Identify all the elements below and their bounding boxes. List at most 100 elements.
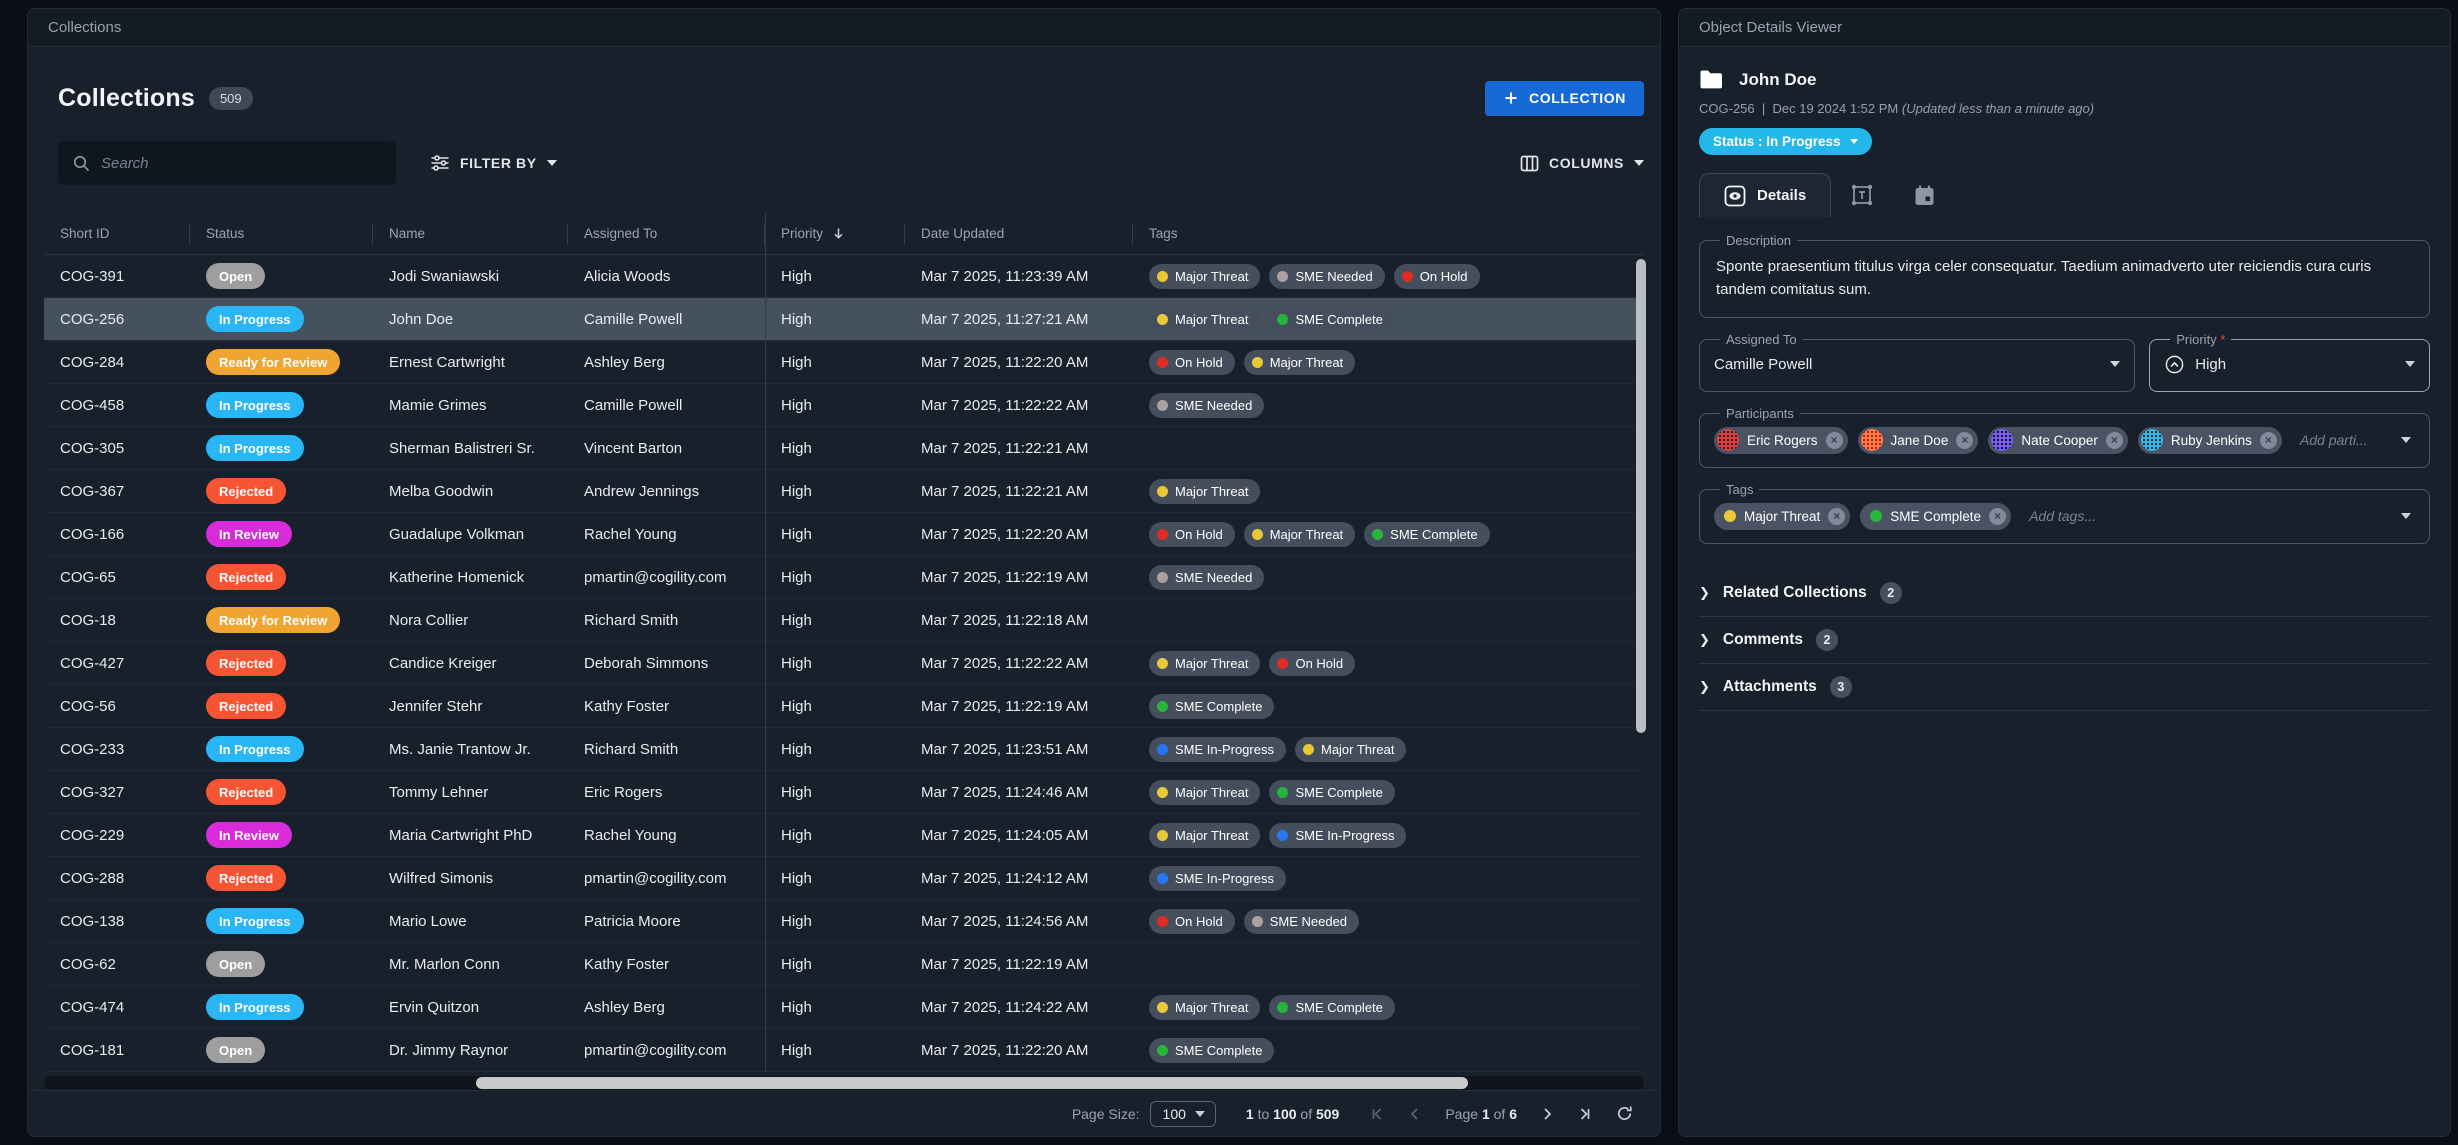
cell-date-updated: Mar 7 2025, 11:23:51 AM bbox=[905, 728, 1133, 770]
tab-text-box[interactable] bbox=[1831, 173, 1893, 217]
remove-tag-icon[interactable]: × bbox=[1989, 508, 2006, 525]
tag-label: SME Needed bbox=[1175, 570, 1252, 585]
table-row[interactable]: COG-18Ready for ReviewNora CollierRichar… bbox=[44, 599, 1644, 642]
cell-name: Mamie Grimes bbox=[373, 384, 568, 426]
next-page-icon[interactable] bbox=[1539, 1106, 1555, 1122]
table-row[interactable]: COG-367RejectedMelba GoodwinAndrew Jenni… bbox=[44, 470, 1644, 513]
remove-participant-icon[interactable]: × bbox=[1956, 432, 1973, 449]
folder-icon bbox=[1699, 69, 1724, 90]
page-of-word: of bbox=[1494, 1106, 1506, 1122]
chevron-right-icon: ❯ bbox=[1699, 632, 1710, 648]
tag-label: On Hold bbox=[1295, 656, 1343, 671]
cell-status: Rejected bbox=[190, 685, 373, 727]
column-header-priority[interactable]: Priority bbox=[765, 213, 905, 254]
table-row[interactable]: COG-181OpenDr. Jimmy Raynorpmartin@cogil… bbox=[44, 1029, 1644, 1072]
cell-priority: High bbox=[765, 513, 905, 555]
table-row[interactable]: COG-474In ProgressErvin QuitzonAshley Be… bbox=[44, 986, 1644, 1029]
column-header-name[interactable]: Name bbox=[373, 213, 568, 254]
table-row[interactable]: COG-327RejectedTommy LehnerEric RogersHi… bbox=[44, 771, 1644, 814]
range-to-word: to bbox=[1258, 1106, 1270, 1122]
tag-label: Major Threat bbox=[1321, 742, 1394, 757]
table-row[interactable]: COG-65RejectedKatherine Homenickpmartin@… bbox=[44, 556, 1644, 599]
filter-by-button[interactable]: FILTER BY bbox=[430, 154, 557, 172]
column-header-tags[interactable]: Tags bbox=[1133, 213, 1644, 254]
tag-dot bbox=[1157, 873, 1168, 884]
table-row[interactable]: COG-166In ReviewGuadalupe VolkmanRachel … bbox=[44, 513, 1644, 556]
cell-assigned-to: Richard Smith bbox=[568, 728, 765, 770]
tab-details[interactable]: Details bbox=[1699, 173, 1831, 217]
page-size-select[interactable]: 100 bbox=[1150, 1101, 1216, 1127]
first-page-icon[interactable] bbox=[1369, 1106, 1385, 1122]
accordion-comments[interactable]: ❯Comments2 bbox=[1699, 617, 2430, 664]
cell-short-id: COG-229 bbox=[44, 814, 190, 856]
search-input-wrap[interactable] bbox=[58, 141, 396, 185]
remove-tag-icon[interactable]: × bbox=[1828, 508, 1845, 525]
cell-name: Nora Collier bbox=[373, 599, 568, 641]
vertical-scrollbar[interactable] bbox=[1634, 255, 1646, 1072]
table-row[interactable]: COG-256In ProgressJohn DoeCamille Powell… bbox=[44, 298, 1644, 341]
add-collection-button[interactable]: COLLECTION bbox=[1485, 81, 1644, 116]
table-row[interactable]: COG-233In ProgressMs. Janie Trantow Jr.R… bbox=[44, 728, 1644, 771]
tab-details-label: Details bbox=[1757, 187, 1806, 204]
priority-select[interactable]: Priority * High bbox=[2149, 332, 2430, 392]
prev-page-icon[interactable] bbox=[1407, 1106, 1423, 1122]
cell-name: John Doe bbox=[373, 298, 568, 340]
column-header-short-id[interactable]: Short ID bbox=[44, 213, 190, 254]
tag-pill: Major Threat bbox=[1295, 737, 1406, 762]
remove-participant-icon[interactable]: × bbox=[2106, 432, 2123, 449]
cell-priority: High bbox=[765, 728, 905, 770]
table-row[interactable]: COG-138In ProgressMario LowePatricia Moo… bbox=[44, 900, 1644, 943]
sort-desc-icon[interactable] bbox=[831, 226, 846, 241]
avatar bbox=[1861, 429, 1883, 451]
cell-short-id: COG-474 bbox=[44, 986, 190, 1028]
column-header-assigned-to[interactable]: Assigned To bbox=[568, 213, 765, 254]
table-row[interactable]: COG-427RejectedCandice KreigerDeborah Si… bbox=[44, 642, 1644, 685]
cell-tags: Major ThreatSME Complete bbox=[1133, 986, 1644, 1028]
status-badge: Rejected bbox=[206, 478, 286, 504]
tag-label: SME Complete bbox=[1295, 785, 1382, 800]
status-dropdown-pill[interactable]: Status : In Progress bbox=[1699, 128, 1872, 155]
participants-field[interactable]: Participants Eric Rogers×Jane Doe×Nate C… bbox=[1699, 406, 2430, 468]
table-row[interactable]: COG-229In ReviewMaria Cartwright PhDRach… bbox=[44, 814, 1644, 857]
column-header-status[interactable]: Status bbox=[190, 213, 373, 254]
tag-dot bbox=[1277, 658, 1288, 669]
remove-participant-icon[interactable]: × bbox=[1826, 432, 1843, 449]
refresh-icon[interactable] bbox=[1615, 1104, 1634, 1123]
table-row[interactable]: COG-288RejectedWilfred Simonispmartin@co… bbox=[44, 857, 1644, 900]
cell-date-updated: Mar 7 2025, 11:22:21 AM bbox=[905, 470, 1133, 512]
chevron-right-icon: ❯ bbox=[1699, 679, 1710, 695]
accordion-attachments[interactable]: ❯Attachments3 bbox=[1699, 664, 2430, 711]
collections-panel-body: Collections 509 COLLECTION FILTER BY COL… bbox=[28, 47, 1660, 1136]
remove-participant-icon[interactable]: × bbox=[2260, 432, 2277, 449]
columns-button[interactable]: COLUMNS bbox=[1520, 155, 1644, 172]
tag-dot bbox=[1252, 529, 1263, 540]
last-page-icon[interactable] bbox=[1577, 1106, 1593, 1122]
cell-assigned-to: Kathy Foster bbox=[568, 685, 765, 727]
table-row[interactable]: COG-458In ProgressMamie GrimesCamille Po… bbox=[44, 384, 1644, 427]
table-row[interactable]: COG-56RejectedJennifer StehrKathy Foster… bbox=[44, 685, 1644, 728]
participant-chip: Jane Doe× bbox=[1858, 427, 1979, 454]
tags-field[interactable]: Tags Major Threat×SME Complete× Add tags… bbox=[1699, 482, 2430, 544]
assigned-to-select[interactable]: Assigned To Camille Powell bbox=[1699, 332, 2135, 392]
tag-pill: SME In-Progress bbox=[1269, 823, 1406, 848]
tag-label: Major Threat bbox=[1175, 785, 1248, 800]
cell-date-updated: Mar 7 2025, 11:22:22 AM bbox=[905, 384, 1133, 426]
table-row[interactable]: COG-62OpenMr. Marlon ConnKathy FosterHig… bbox=[44, 943, 1644, 986]
table-row[interactable]: COG-305In ProgressSherman Balistreri Sr.… bbox=[44, 427, 1644, 470]
cell-priority: High bbox=[765, 341, 905, 383]
accordion-count-badge: 3 bbox=[1830, 676, 1852, 698]
vertical-scrollbar-thumb[interactable] bbox=[1636, 259, 1646, 733]
tag-pill: Major Threat bbox=[1149, 479, 1260, 504]
tab-calendar[interactable] bbox=[1893, 173, 1955, 217]
cell-tags: SME Needed bbox=[1133, 384, 1644, 426]
cell-short-id: COG-288 bbox=[44, 857, 190, 899]
search-input[interactable] bbox=[101, 155, 382, 172]
horizontal-scrollbar-thumb[interactable] bbox=[476, 1077, 1468, 1089]
horizontal-scrollbar[interactable] bbox=[44, 1076, 1644, 1090]
table-row[interactable]: COG-391OpenJodi SwaniawskiAlicia WoodsHi… bbox=[44, 255, 1644, 298]
column-header-date-updated[interactable]: Date Updated bbox=[905, 213, 1133, 254]
accordion-related-collections[interactable]: ❯Related Collections2 bbox=[1699, 570, 2430, 617]
status-badge: In Progress bbox=[206, 435, 304, 461]
collections-panel: Collections Collections 509 COLLECTION F… bbox=[27, 8, 1661, 1137]
table-row[interactable]: COG-284Ready for ReviewErnest Cartwright… bbox=[44, 341, 1644, 384]
